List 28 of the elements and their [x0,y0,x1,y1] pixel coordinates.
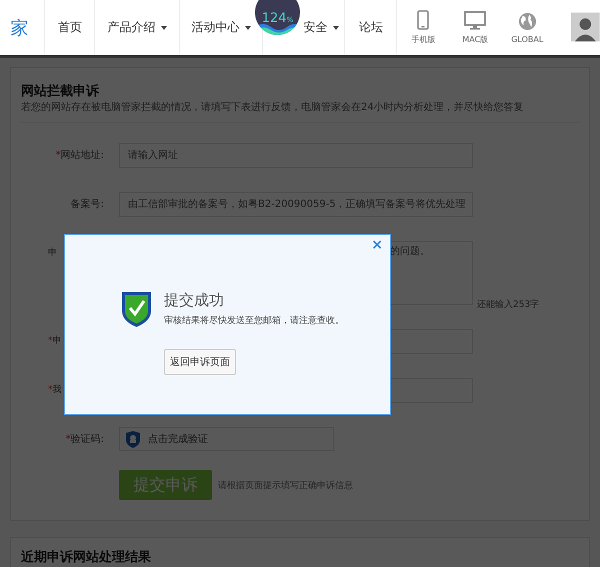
close-button[interactable]: × [369,237,385,253]
field-label: 我 [52,384,62,397]
shield-check-icon [121,291,152,328]
field-label: 备案号: [70,198,104,212]
required-mark: * [48,335,52,348]
field-label: 验证码: [70,433,104,447]
field-label: 申 [48,246,57,260]
results-title: 近期申诉网站处理结果 [21,549,152,566]
required-mark: * [56,149,61,163]
logo-text[interactable]: 家 [10,16,28,40]
shield-icon [126,430,140,448]
required-mark: * [66,433,71,447]
platform-link[interactable]: 手机版 [397,0,450,55]
field-label: 申 [52,334,62,348]
avatar-icon[interactable] [571,12,600,42]
character-counter: 还能输入253字 [477,298,540,311]
phone-icon [417,10,430,30]
platform-link[interactable]: MAC版 [449,0,502,55]
monitor-icon [464,10,486,30]
required-mark: * [48,384,52,397]
dialog-title: 提交成功 [164,291,225,310]
platform-link[interactable]: GLOBAL [501,0,554,55]
form-title: 网站拦截申诉 [21,83,100,100]
field-label: 网站地址: [60,148,104,163]
dialog-message: 审核结果将尽快发送至您邮箱，请注意查收。 [164,314,344,327]
form-description: 若您的网站存在被电脑管家拦截的情况，请填写下表进行反馈，电脑管家会在24小时内分析处理，并尽快给您答复 [21,100,525,114]
globe-icon [518,12,537,30]
return-button[interactable]: 返回申诉页面 [164,349,236,375]
